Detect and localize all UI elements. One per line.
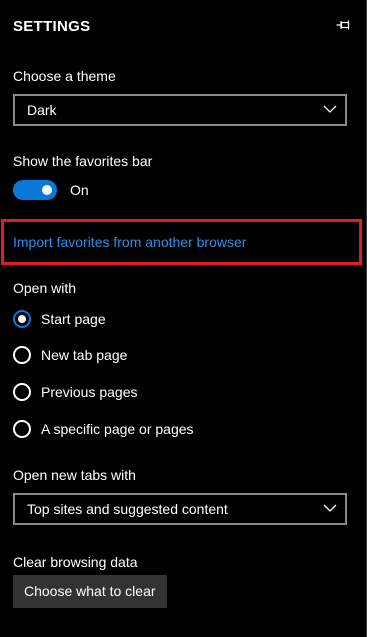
pin-icon[interactable]: [336, 17, 352, 33]
favorites-bar-state: On: [70, 182, 89, 198]
radio-button[interactable]: [13, 346, 31, 364]
radio-label: New tab page: [41, 347, 128, 363]
choose-what-to-clear-button[interactable]: Choose what to clear: [13, 575, 167, 608]
favorites-bar-label: Show the favorites bar: [13, 153, 153, 169]
settings-panel: SETTINGS Choose a theme Dark Show the fa…: [0, 0, 367, 637]
import-favorites-link[interactable]: Import favorites from another browser: [13, 234, 246, 250]
toggle-knob: [42, 185, 52, 195]
radio-button[interactable]: [13, 383, 31, 401]
radio-button-selected[interactable]: [13, 310, 31, 328]
theme-label: Choose a theme: [13, 68, 116, 84]
open-with-label: Open with: [13, 280, 77, 296]
chevron-down-icon: [323, 504, 337, 512]
new-tabs-label: Open new tabs with: [13, 467, 136, 483]
chevron-down-icon: [323, 105, 337, 113]
favorites-bar-toggle[interactable]: [13, 180, 57, 200]
theme-dropdown[interactable]: Dark: [13, 94, 347, 126]
radio-label: Previous pages: [41, 384, 138, 400]
radio-start-page[interactable]: Start page: [13, 308, 106, 330]
new-tabs-dropdown-value: Top sites and suggested content: [27, 501, 228, 517]
new-tabs-dropdown[interactable]: Top sites and suggested content: [13, 493, 347, 525]
radio-new-tab-page[interactable]: New tab page: [13, 344, 127, 366]
settings-title: SETTINGS: [13, 18, 91, 35]
theme-dropdown-value: Dark: [27, 102, 57, 118]
radio-label: A specific page or pages: [41, 421, 194, 437]
clear-data-label: Clear browsing data: [13, 554, 138, 570]
radio-label: Start page: [41, 311, 106, 327]
radio-button[interactable]: [13, 420, 31, 438]
radio-specific-pages[interactable]: A specific page or pages: [13, 418, 194, 440]
radio-previous-pages[interactable]: Previous pages: [13, 381, 138, 403]
